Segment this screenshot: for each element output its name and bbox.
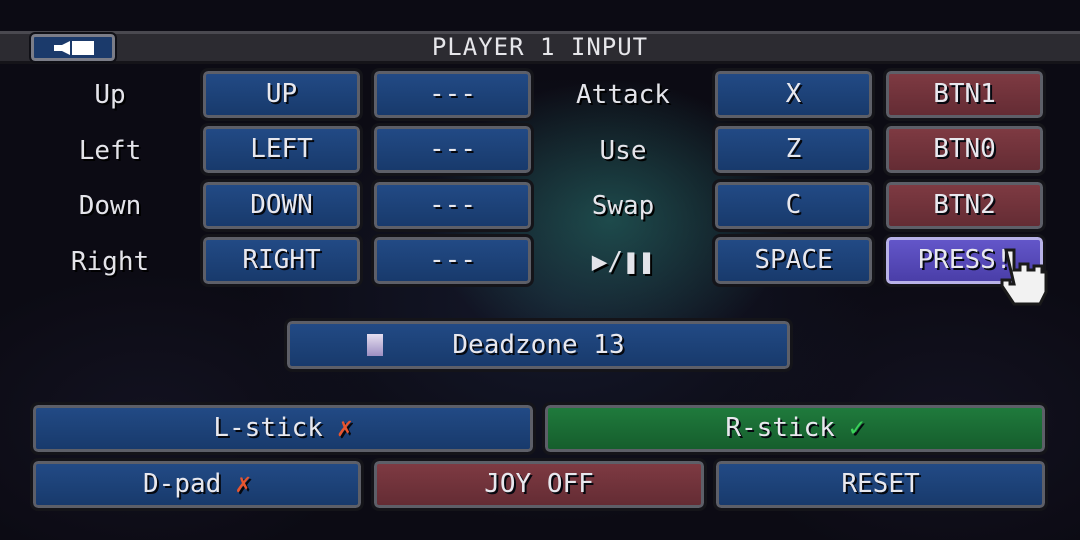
- label-right: Right: [70, 247, 150, 277]
- deadzone-slider[interactable]: Deadzone 13: [284, 318, 793, 372]
- bind-right-secondary[interactable]: ---: [371, 234, 534, 287]
- lstick-toggle-button[interactable]: L-stick ✗: [30, 402, 536, 455]
- deadzone-slider-handle[interactable]: [367, 334, 383, 356]
- label-up: Up: [94, 80, 126, 110]
- joy-off-button[interactable]: JOY OFF: [371, 458, 707, 511]
- label-attack: Attack: [576, 80, 670, 110]
- lstick-label: L-stick: [213, 413, 323, 443]
- title-bar: PLAYER 1 INPUT: [0, 31, 1080, 64]
- bind-right-primary[interactable]: RIGHT: [200, 234, 363, 287]
- bind-up-secondary[interactable]: ---: [371, 68, 534, 121]
- rstick-toggle-button[interactable]: R-stick ✓: [542, 402, 1048, 455]
- bind-left-secondary[interactable]: ---: [371, 123, 534, 176]
- bind-use-joy[interactable]: BTN0: [883, 123, 1046, 176]
- label-play-pause: ▶/❚❚: [591, 247, 655, 277]
- label-down: Down: [78, 191, 142, 221]
- bind-up-primary[interactable]: UP: [200, 68, 363, 121]
- bind-down-primary[interactable]: DOWN: [200, 179, 363, 232]
- label-swap: Swap: [591, 191, 655, 221]
- dpad-toggle-button[interactable]: D-pad ✗: [30, 458, 364, 511]
- check-icon: ✓: [848, 413, 865, 443]
- reset-button[interactable]: RESET: [713, 458, 1048, 511]
- deadzone-label: Deadzone 13: [452, 330, 625, 360]
- bind-swap-joy[interactable]: BTN2: [883, 179, 1046, 232]
- cross-icon: ✗: [235, 469, 251, 499]
- bind-left-primary[interactable]: LEFT: [200, 123, 363, 176]
- bind-attack-key[interactable]: X: [712, 68, 875, 121]
- speaker-back-icon: [54, 41, 94, 55]
- rstick-label: R-stick: [725, 413, 835, 443]
- bind-swap-key[interactable]: C: [712, 179, 875, 232]
- label-left: Left: [78, 136, 142, 166]
- bind-attack-joy[interactable]: BTN1: [883, 68, 1046, 121]
- bind-play-pause-key[interactable]: SPACE: [712, 234, 875, 287]
- bind-use-key[interactable]: Z: [712, 123, 875, 176]
- cross-icon: ✗: [336, 413, 353, 443]
- bind-down-secondary[interactable]: ---: [371, 179, 534, 232]
- dpad-label: D-pad: [143, 469, 222, 499]
- label-use: Use: [599, 136, 647, 166]
- hand-cursor-icon: [1000, 248, 1048, 306]
- page-title: PLAYER 1 INPUT: [431, 33, 649, 61]
- back-button[interactable]: [29, 32, 117, 63]
